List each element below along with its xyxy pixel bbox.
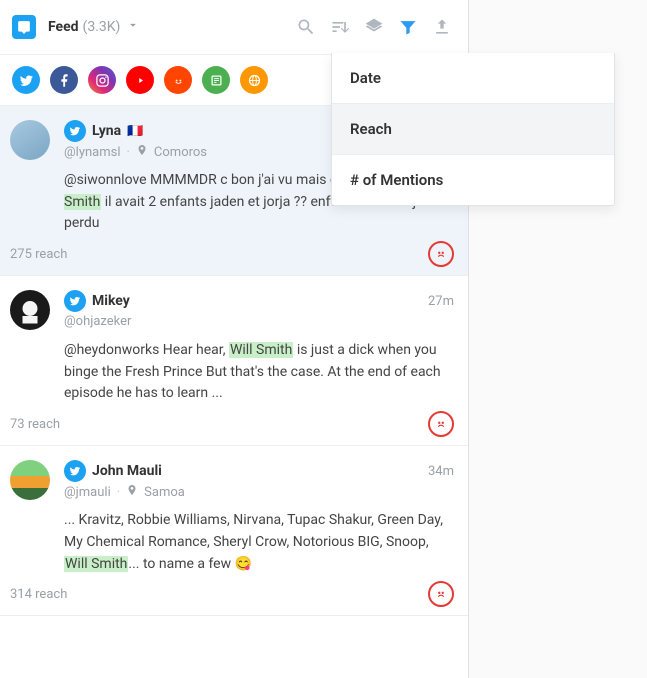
feed-title[interactable]: Feed bbox=[48, 19, 79, 35]
highlight: Will Smith bbox=[64, 556, 128, 572]
avatar[interactable] bbox=[10, 120, 50, 160]
avatar[interactable] bbox=[10, 460, 50, 500]
handle[interactable]: @lynamsl bbox=[64, 145, 121, 160]
right-panel: Date Reach # of Mentions bbox=[469, 0, 647, 678]
layers-icon[interactable] bbox=[360, 13, 388, 41]
sentiment-negative-icon[interactable] bbox=[428, 241, 454, 267]
instagram-icon[interactable] bbox=[88, 66, 116, 94]
display-name[interactable]: Lyna bbox=[92, 123, 121, 139]
timestamp: 27m bbox=[428, 294, 454, 309]
location-icon bbox=[136, 144, 148, 160]
display-name[interactable]: John Mauli bbox=[92, 463, 162, 479]
sort-dropdown: Date Reach # of Mentions bbox=[331, 53, 615, 206]
sentiment-negative-icon[interactable] bbox=[428, 411, 454, 437]
dropdown-item-mentions[interactable]: # of Mentions bbox=[332, 154, 614, 205]
dropdown-item-reach[interactable]: Reach bbox=[332, 103, 614, 154]
sentiment-negative-icon[interactable] bbox=[428, 581, 454, 607]
chevron-down-icon[interactable] bbox=[126, 18, 140, 36]
post-item[interactable]: John Mauli 34m @jmauli · Samoa ... Kravi… bbox=[0, 446, 468, 616]
post-body: ... Kravitz, Robbie Williams, Nirvana, T… bbox=[64, 510, 454, 575]
search-icon[interactable] bbox=[292, 13, 320, 41]
brand-icon[interactable] bbox=[12, 15, 36, 39]
handle[interactable]: @ohjazeker bbox=[64, 314, 131, 329]
app-root: Feed (3.3K) bbox=[0, 0, 647, 678]
twitter-icon bbox=[64, 120, 86, 142]
twitter-icon[interactable] bbox=[12, 66, 40, 94]
news-icon[interactable] bbox=[202, 66, 230, 94]
youtube-icon[interactable] bbox=[126, 66, 154, 94]
web-icon[interactable] bbox=[240, 66, 268, 94]
twitter-icon bbox=[64, 460, 86, 482]
location-icon bbox=[126, 484, 138, 500]
reach-label: 275 reach bbox=[10, 247, 67, 262]
display-name[interactable]: Mikey bbox=[92, 293, 130, 309]
location: Comoros bbox=[154, 145, 207, 160]
share-icon[interactable] bbox=[428, 13, 456, 41]
facebook-icon[interactable] bbox=[50, 66, 78, 94]
dropdown-item-date[interactable]: Date bbox=[332, 53, 614, 103]
reach-label: 314 reach bbox=[10, 587, 67, 602]
location: Samoa bbox=[144, 485, 185, 500]
twitter-icon bbox=[64, 290, 86, 312]
flag-icon: 🇫🇷 bbox=[127, 124, 143, 139]
feed-count: (3.3K) bbox=[83, 19, 121, 35]
feed-header: Feed (3.3K) bbox=[0, 0, 468, 54]
post-body: @heydonworks Hear hear, Will Smith is ju… bbox=[64, 340, 454, 405]
reach-label: 73 reach bbox=[10, 417, 60, 432]
highlight: Will Smith bbox=[229, 342, 293, 358]
sort-icon[interactable] bbox=[326, 13, 354, 41]
handle[interactable]: @jmauli bbox=[64, 485, 111, 500]
filter-icon[interactable] bbox=[394, 13, 422, 41]
timestamp: 34m bbox=[428, 464, 454, 479]
avatar[interactable] bbox=[10, 290, 50, 330]
reddit-icon[interactable] bbox=[164, 66, 192, 94]
post-item[interactable]: Mikey 27m @ohjazeker @heydonworks Hear h… bbox=[0, 276, 468, 446]
